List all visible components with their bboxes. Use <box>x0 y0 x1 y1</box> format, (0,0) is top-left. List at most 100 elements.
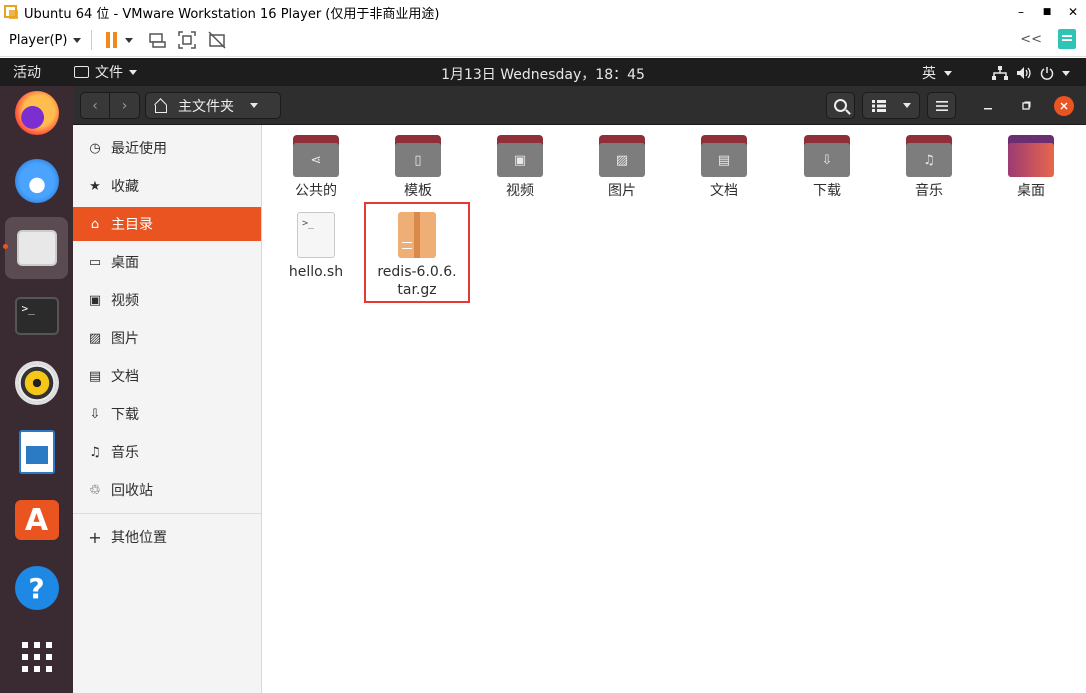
pause-icon[interactable] <box>106 32 118 48</box>
sidebar-item-label: 收藏 <box>111 179 139 195</box>
forward-button[interactable]: › <box>110 92 140 119</box>
folder-music[interactable]: ♫ 音乐 <box>881 135 977 200</box>
sidebar-item-label: 其他位置 <box>111 530 167 546</box>
folder-videos[interactable]: ▣ 视频 <box>472 135 568 200</box>
sidebar-item-starred[interactable]: ★ 收藏 <box>73 169 261 203</box>
terminal-icon: >_ <box>14 297 59 335</box>
folder-pictures[interactable]: ▨ 图片 <box>574 135 670 200</box>
sidebar-item-videos[interactable]: ▣ 视频 <box>73 283 261 317</box>
player-menu[interactable]: Player(P) <box>9 33 82 48</box>
chevron-down-icon[interactable] <box>1062 70 1070 76</box>
file-label: 公共的 <box>295 183 337 199</box>
highlight-box <box>364 202 470 303</box>
image-icon: ▨ <box>88 330 102 346</box>
fit-guest-icon[interactable] <box>177 30 197 50</box>
music-folder-icon: ♫ <box>906 135 952 177</box>
sidebar-item-label: 下载 <box>111 407 139 423</box>
unity-icon[interactable] <box>207 30 227 50</box>
sidebar-item-label: 视频 <box>111 293 139 309</box>
video-icon: ▣ <box>88 292 102 308</box>
window-title: Ubuntu 64 位 - VMware Workstation 16 Play… <box>24 6 440 22</box>
dock-writer[interactable] <box>5 421 68 483</box>
activities-button[interactable]: 活动 <box>13 62 41 82</box>
back-button[interactable]: ‹ <box>80 92 110 119</box>
files-header-bar: ‹ › 主文件夹 <box>73 86 1086 125</box>
app-menu-label: 文件 <box>95 65 123 81</box>
file-label: 桌面 <box>1017 183 1045 199</box>
hamburger-icon <box>935 100 948 111</box>
search-button[interactable] <box>826 92 855 119</box>
collapse-toolbar-button[interactable]: << <box>1020 32 1042 47</box>
maximize-button[interactable]: ■ <box>1034 0 1060 24</box>
trash-icon: ♲ <box>89 482 101 498</box>
dock-thunderbird[interactable] <box>5 150 68 212</box>
chevron-down-icon[interactable] <box>944 70 952 76</box>
folder-desktop[interactable]: 桌面 <box>983 135 1079 200</box>
window-maximize-button[interactable] <box>1016 98 1036 114</box>
sidebar-item-label: 回收站 <box>111 483 153 499</box>
notes-icon[interactable] <box>1058 29 1076 49</box>
sidebar-item-home[interactable]: ⌂ 主目录 <box>73 207 261 241</box>
show-applications-button[interactable] <box>5 626 68 688</box>
volume-icon[interactable] <box>1016 66 1032 80</box>
minimize-button[interactable]: – <box>1008 0 1034 24</box>
folder-documents[interactable]: ▤ 文档 <box>676 135 772 200</box>
file-hello-sh[interactable]: >_ hello.sh <box>268 212 364 281</box>
network-icon[interactable] <box>992 66 1008 80</box>
dock: >_ A ? <box>0 86 73 693</box>
dock-terminal[interactable]: >_ <box>5 285 68 347</box>
document-icon: ▤ <box>88 368 102 384</box>
clock[interactable]: 1月13日 Wednesday，18：45 <box>441 67 645 83</box>
power-icon[interactable] <box>1040 66 1054 80</box>
minimize-icon <box>984 107 992 109</box>
sidebar-item-music[interactable]: ♫ 音乐 <box>73 435 261 469</box>
app-menu[interactable]: 文件 <box>74 62 137 82</box>
chevron-down-icon <box>250 103 258 108</box>
plus-icon: + <box>88 527 102 547</box>
header-actions <box>826 92 1074 119</box>
system-tray: 英 <box>922 63 1070 83</box>
sidebar-item-documents[interactable]: ▤ 文档 <box>73 359 261 393</box>
desktop-folder-icon <box>1008 135 1054 177</box>
search-icon <box>834 99 847 112</box>
file-label: 模板 <box>404 183 432 199</box>
folder-public[interactable]: ⋖ 公共的 <box>268 135 364 200</box>
vmware-toolbar: Player(P) << <box>0 24 1086 57</box>
sidebar-item-downloads[interactable]: ⇩ 下载 <box>73 397 261 431</box>
dock-software[interactable]: A <box>5 489 68 551</box>
file-label: hello.sh <box>288 264 344 280</box>
navigation-buttons: ‹ › <box>80 92 140 119</box>
sidebar-item-recent[interactable]: ◷ 最近使用 <box>73 131 261 165</box>
vmware-title-bar: Ubuntu 64 位 - VMware Workstation 16 Play… <box>0 0 1086 24</box>
view-toggle-button[interactable] <box>862 92 920 119</box>
gnome-top-bar: 活动 文件 1月13日 Wednesday，18：45 英 <box>0 58 1086 86</box>
thunderbird-icon <box>14 159 59 203</box>
file-view: ⋖ 公共的 ▯ 模板 ▣ 视频 ▨ 图片 ▤ 文档 ⇩ 下载 ♫ 音乐 桌面 >… <box>262 125 1086 693</box>
dock-files[interactable] <box>5 217 68 279</box>
window-close-button[interactable] <box>1054 95 1074 116</box>
public-folder-icon: ⋖ <box>293 135 339 177</box>
pause-options-chevron-icon[interactable] <box>125 37 134 43</box>
send-ctrl-alt-del-icon[interactable] <box>147 30 167 50</box>
location-button[interactable]: 主文件夹 <box>145 92 281 119</box>
folder-icon <box>74 66 89 78</box>
folder-templates[interactable]: ▯ 模板 <box>370 135 466 200</box>
dock-rhythmbox[interactable] <box>5 352 68 414</box>
dock-firefox[interactable] <box>5 82 68 144</box>
dock-help[interactable]: ? <box>5 557 68 619</box>
location-label: 主文件夹 <box>178 98 234 115</box>
videos-folder-icon: ▣ <box>497 135 543 177</box>
sidebar-item-other-locations[interactable]: + 其他位置 <box>73 520 261 554</box>
libreoffice-writer-icon <box>18 430 55 474</box>
input-method-indicator[interactable]: 英 <box>922 63 936 83</box>
chevron-down-icon <box>902 103 911 108</box>
close-button[interactable]: ✕ <box>1060 0 1086 24</box>
menu-button[interactable] <box>927 92 956 119</box>
sidebar-item-pictures[interactable]: ▨ 图片 <box>73 321 261 355</box>
folder-downloads[interactable]: ⇩ 下载 <box>779 135 875 200</box>
sidebar-item-desktop[interactable]: ▭ 桌面 <box>73 245 261 279</box>
sidebar-item-trash[interactable]: ♲ 回收站 <box>73 473 261 507</box>
window-minimize-button[interactable] <box>978 98 998 114</box>
restore-icon <box>1021 101 1030 110</box>
templates-folder-icon: ▯ <box>395 135 441 177</box>
